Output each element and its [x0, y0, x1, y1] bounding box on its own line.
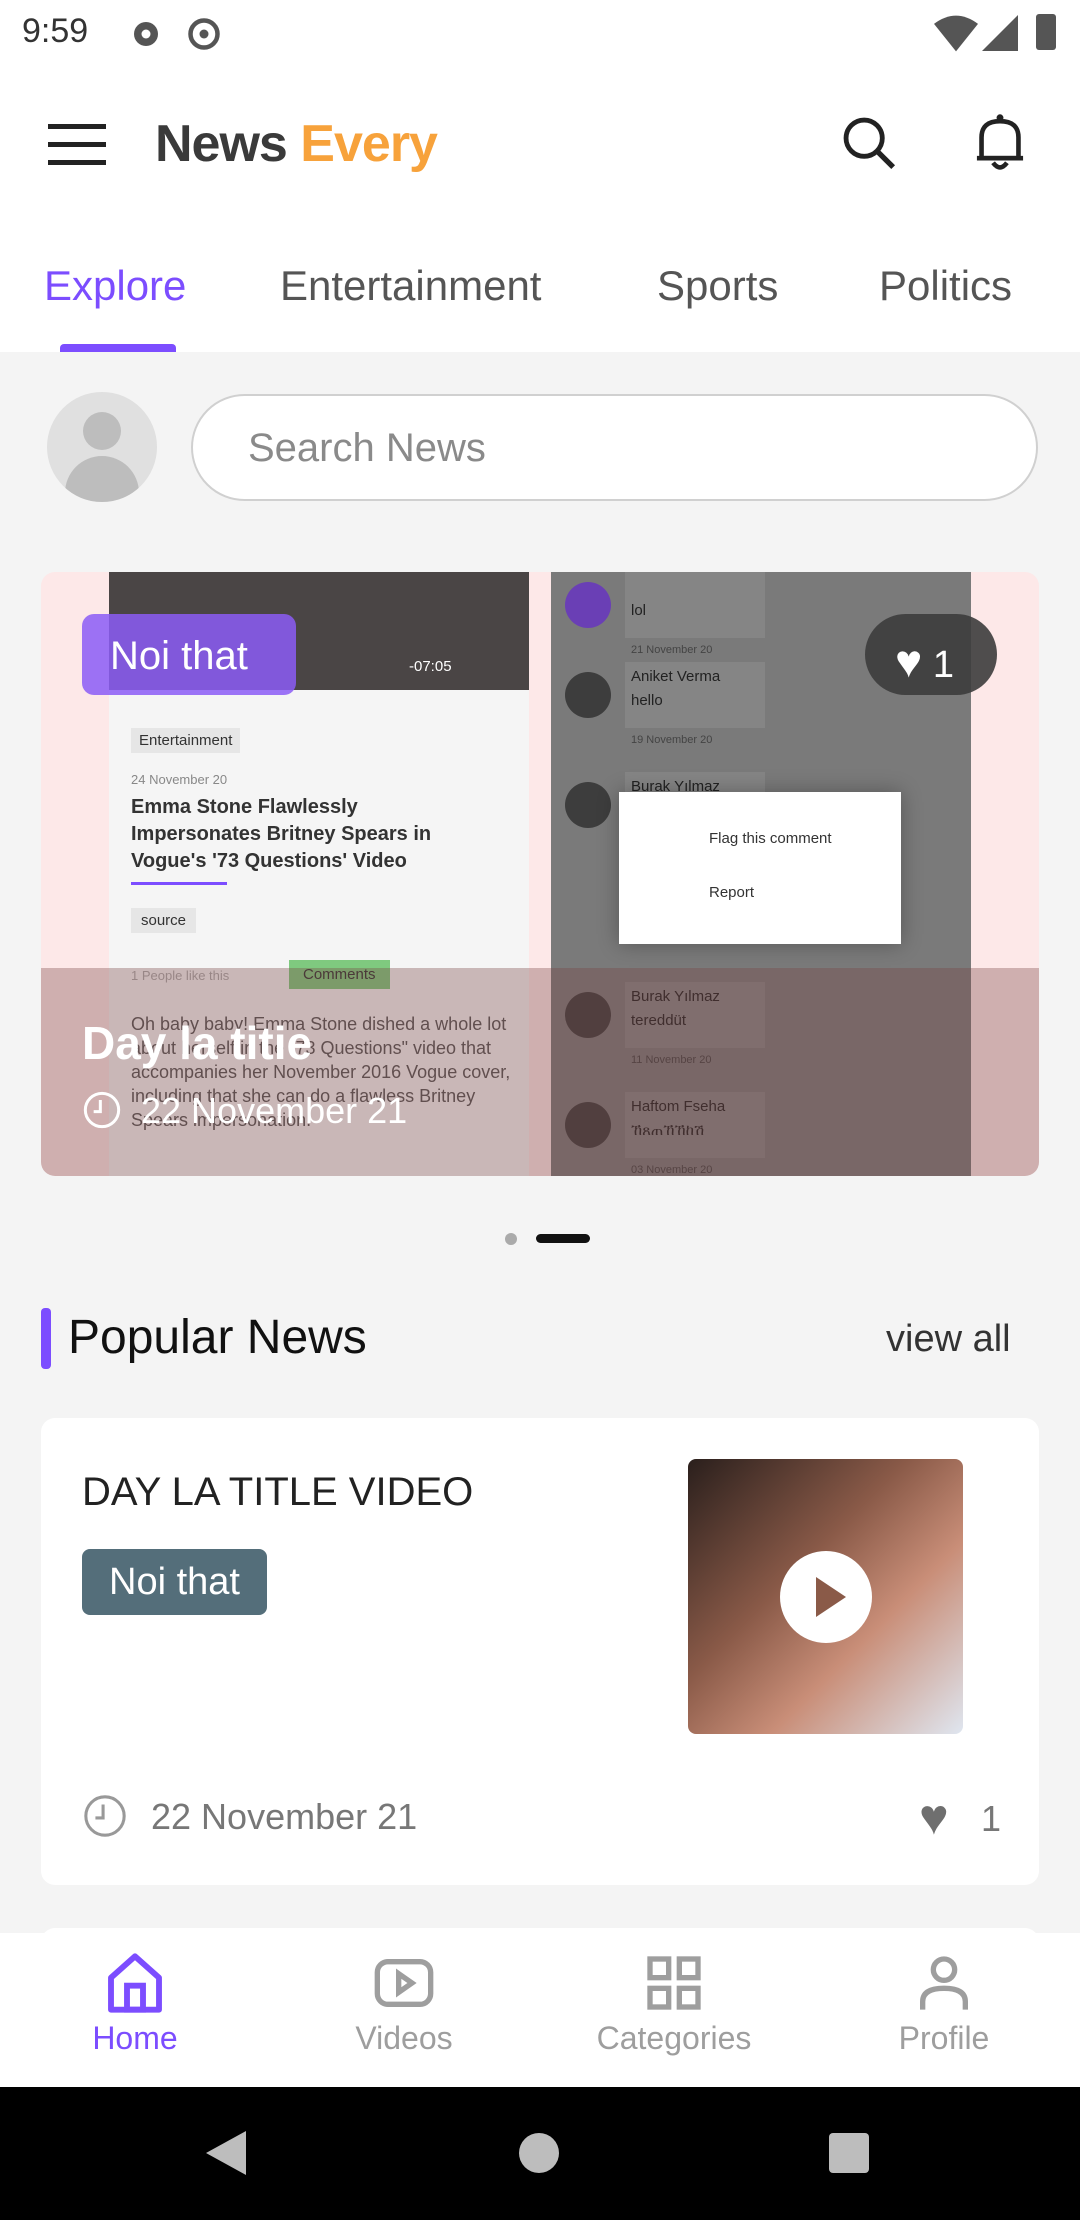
nav-profile-label: Profile [898, 2020, 990, 2056]
nav-home-label: Home [92, 2020, 178, 2056]
commenter-name: Aniket Verma [631, 668, 721, 685]
comment-text: hello [631, 692, 663, 709]
comment-text: lol [631, 602, 647, 619]
search-icon[interactable] [840, 114, 898, 172]
commenter-avatar [565, 672, 611, 718]
clock-icon [83, 1091, 121, 1129]
logo-news: News [155, 115, 288, 173]
image-date: 24 November 20 [131, 772, 228, 787]
bottom-nav: Home Videos Categories Profile [0, 1933, 1080, 2087]
news-date: 22 November 21 [151, 1796, 418, 1837]
heart-icon: ♥ [895, 635, 923, 687]
tab-sports[interactable]: Sports [657, 262, 778, 310]
tab-explore[interactable]: Explore [44, 262, 186, 310]
nav-videos[interactable]: Videos [304, 1951, 504, 2057]
carousel-dot-active[interactable] [536, 1234, 590, 1243]
commenter-avatar [565, 582, 611, 628]
banner-date: 22 November 21 [141, 1090, 408, 1131]
app-header: News Every Explore Entertainment Sports … [0, 70, 1080, 352]
featured-banner[interactable]: -07:05 Entertainment 24 November 20 Emma… [41, 572, 1039, 1176]
video-icon [374, 1959, 434, 2007]
avatar[interactable] [47, 392, 157, 502]
system-nav-bar [0, 2087, 1080, 2220]
status-time: 9:59 [22, 12, 89, 50]
search-input[interactable]: Search News [191, 394, 1038, 501]
banner-title: Day la titie [82, 1017, 313, 1069]
recents-icon[interactable] [829, 2133, 869, 2173]
nav-profile[interactable]: Profile [844, 1951, 1044, 2057]
heart-icon[interactable]: ♥ [919, 1788, 949, 1846]
settings-icon [134, 22, 158, 46]
image-headline: Emma Stone Flawlessly Impersonates Britn… [131, 796, 432, 872]
clock-icon [84, 1795, 126, 1837]
home-icon [108, 1953, 162, 2013]
image-source: source [131, 908, 197, 933]
menu-icon[interactable] [48, 122, 106, 166]
app-logo: News Every [155, 114, 438, 174]
bell-icon[interactable] [972, 112, 1028, 172]
play-icon[interactable] [780, 1551, 872, 1643]
section-title: Popular News [68, 1311, 367, 1364]
tab-entertainment[interactable]: Entertainment [280, 262, 541, 310]
person-icon [920, 1956, 968, 2010]
battery-icon [1036, 14, 1056, 50]
comment-date: 19 November 20 [631, 734, 713, 746]
nav-categories[interactable]: Categories [574, 1951, 774, 2057]
news-thumbnail[interactable] [688, 1459, 963, 1734]
nav-categories-label: Categories [596, 2020, 752, 2056]
news-like-count: 1 [981, 1798, 1002, 1839]
at-sign-icon [188, 18, 220, 50]
logo-every: Every [300, 115, 438, 173]
video-time: -07:05 [409, 658, 452, 675]
wifi-icon [934, 15, 978, 52]
image-category: Entertainment [131, 728, 241, 753]
grid-icon [647, 1956, 701, 2010]
nav-home[interactable]: Home [35, 1951, 235, 2057]
tab-politics[interactable]: Politics [879, 262, 1012, 310]
status-bar: 9:59 [0, 0, 1080, 70]
signal-icon [982, 15, 1018, 51]
banner-like-badge[interactable]: ♥ 1 [865, 614, 997, 695]
home-button-icon[interactable] [519, 2133, 559, 2173]
banner-overlay [41, 968, 1039, 1176]
section-accent-bar [41, 1308, 51, 1369]
image-menu-report: Report [709, 884, 755, 901]
news-title: DAY LA TITLE VIDEO [82, 1470, 474, 1514]
nav-videos-label: Videos [355, 2020, 453, 2056]
news-card[interactable]: DAY LA TITLE VIDEO Noi that 22 November … [41, 1418, 1039, 1885]
banner-tag[interactable]: Noi that [82, 614, 296, 695]
banner-like-count: 1 [932, 644, 955, 686]
back-icon[interactable] [206, 2131, 246, 2175]
view-all-link[interactable]: view all [886, 1318, 1011, 1361]
image-menu-flag: Flag this comment [709, 830, 832, 847]
active-tab-indicator [60, 344, 176, 352]
search-placeholder: Search News [248, 426, 486, 470]
commenter-avatar [565, 782, 611, 828]
news-tag[interactable]: Noi that [82, 1549, 267, 1615]
carousel-dot[interactable] [505, 1233, 517, 1245]
